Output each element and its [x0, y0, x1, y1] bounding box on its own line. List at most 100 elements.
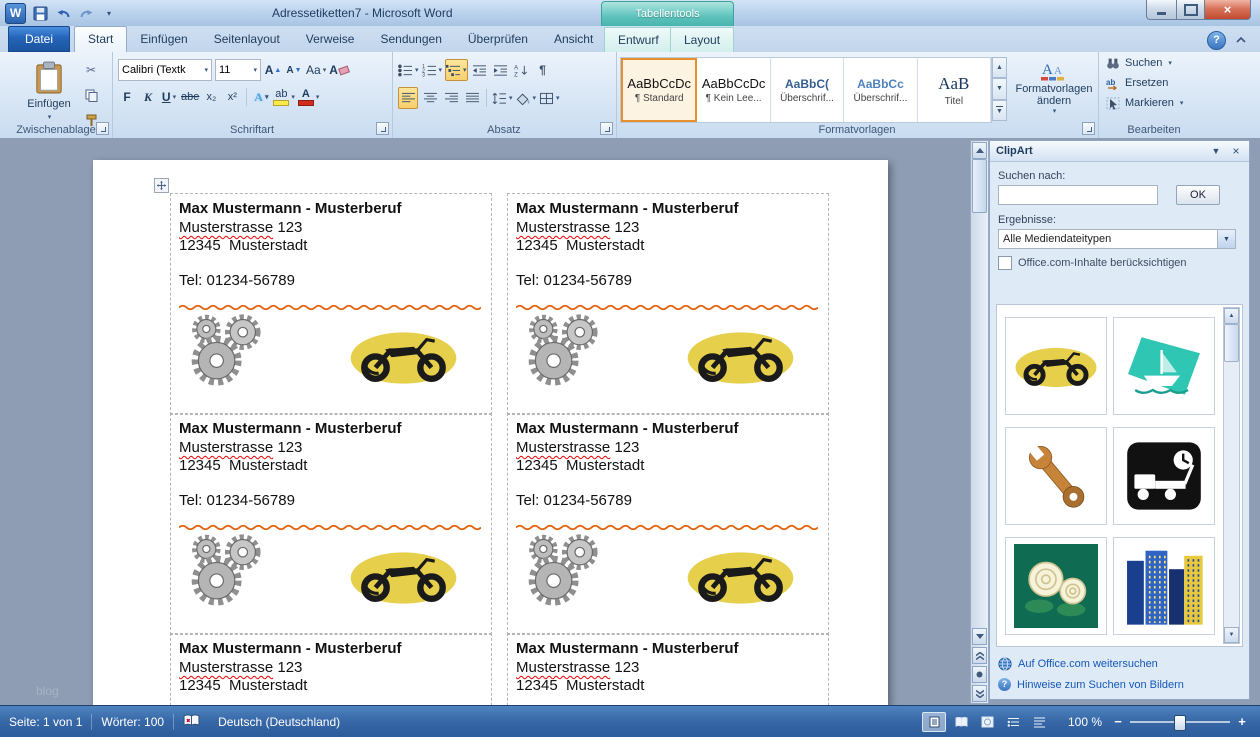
undo-icon[interactable] [54, 5, 72, 23]
motorcycle-clipart[interactable] [341, 322, 466, 393]
zoom-in-button[interactable]: + [1234, 714, 1250, 730]
word-count[interactable]: Wörter: 100 [92, 715, 173, 729]
bullets-button[interactable]: ▾ [398, 60, 419, 80]
select-browse-object-icon[interactable] [972, 666, 987, 683]
proofing-icon[interactable] [174, 714, 209, 730]
search-hints-link[interactable]: ? Hinweise zum Suchen von Bildern [998, 678, 1184, 691]
clipart-search-input[interactable] [998, 185, 1158, 205]
style-ueberschrift-1[interactable]: AaBbC( Überschrif... [771, 58, 844, 122]
ribbon-collapse-icon[interactable] [1233, 33, 1249, 47]
zoom-out-button[interactable]: − [1110, 714, 1126, 730]
tab-start[interactable]: Start [74, 26, 127, 53]
tab-datei[interactable]: Datei [8, 26, 70, 52]
styles-scroll-up-icon[interactable]: ▲ [992, 57, 1007, 78]
borders-button[interactable]: ▾ [539, 88, 560, 108]
label-cell[interactable]: Max Mustermann - Musterberuf Musterstras… [170, 633, 492, 706]
word-logo-icon[interactable]: W [5, 3, 26, 24]
view-web-layout-button[interactable] [976, 713, 998, 731]
font-color-button[interactable]: A▾ [298, 87, 320, 107]
tab-einfuegen[interactable]: Einfügen [127, 27, 200, 52]
scrollbar-thumb[interactable] [972, 159, 987, 213]
gears-clipart[interactable] [181, 528, 276, 611]
style-kein-leerraum[interactable]: AaBbCcDc ¶ Kein Lee... [697, 58, 770, 122]
line-spacing-button[interactable]: ▾ [492, 88, 513, 108]
numbering-button[interactable]: 123▾ [422, 60, 443, 80]
view-fullscreen-button[interactable] [950, 713, 972, 731]
media-type-dropdown[interactable]: Alle Mediendateitypen ▼ [998, 229, 1236, 249]
increase-indent-button[interactable] [492, 60, 510, 80]
view-print-layout-button[interactable] [922, 712, 946, 732]
view-outline-button[interactable] [1002, 713, 1024, 731]
view-draft-button[interactable] [1028, 713, 1050, 731]
clipart-thumb-roses[interactable] [1005, 537, 1107, 635]
sort-button[interactable]: AZ [513, 60, 531, 80]
tab-layout[interactable]: Layout [670, 27, 734, 52]
gears-clipart[interactable] [181, 308, 276, 391]
close-button[interactable]: × [1205, 0, 1251, 20]
officecom-checkbox[interactable] [998, 256, 1012, 270]
motorcycle-clipart[interactable] [678, 542, 803, 613]
show-paragraph-marks-button[interactable]: ¶ [534, 60, 552, 80]
gears-clipart[interactable] [518, 308, 613, 391]
scroll-down-icon[interactable] [972, 628, 987, 645]
align-left-button[interactable] [398, 87, 418, 109]
label-cell[interactable]: Max Mustermann - Musterberuf Musterstras… [170, 193, 492, 415]
save-icon[interactable] [31, 5, 49, 23]
italic-button[interactable]: K [139, 87, 157, 107]
styles-dialog-launcher-icon[interactable] [1082, 122, 1095, 135]
scroll-up-icon[interactable] [972, 142, 987, 159]
clear-formatting-button[interactable]: A [329, 60, 349, 80]
context-tab-group-tabellentools[interactable]: Tabellentools [601, 1, 734, 27]
motorcycle-clipart[interactable] [678, 322, 803, 393]
bold-button[interactable]: F [118, 87, 136, 107]
clipart-ok-button[interactable]: OK [1176, 185, 1220, 205]
tab-sendungen[interactable]: Sendungen [367, 27, 454, 52]
shrink-font-button[interactable]: A▼ [285, 60, 303, 80]
officecom-search-link[interactable]: Auf Office.com weitersuchen [998, 657, 1158, 671]
style-standard[interactable]: AaBbCcDc ¶ Standard [621, 58, 697, 122]
decrease-indent-button[interactable] [471, 60, 489, 80]
clipart-thumb-ship[interactable] [1113, 317, 1215, 415]
copy-button[interactable] [82, 85, 100, 105]
justify-button[interactable] [463, 88, 481, 108]
multilevel-list-button[interactable]: ▾ [445, 59, 468, 81]
previous-page-icon[interactable] [972, 647, 987, 664]
zoom-slider-thumb[interactable] [1174, 715, 1186, 731]
document-page[interactable]: Max Mustermann - Musterberuf Musterstras… [93, 160, 888, 706]
label-cell[interactable]: Max Mustermann - Musterberuf Musterstras… [507, 413, 829, 635]
cut-button[interactable]: ✂ [82, 60, 100, 80]
highlight-color-button[interactable]: ab▾ [273, 87, 295, 107]
gears-clipart[interactable] [518, 528, 613, 611]
results-scrollbar-thumb[interactable] [1224, 324, 1239, 362]
maximize-button[interactable] [1177, 0, 1205, 20]
minimize-button[interactable] [1146, 0, 1177, 20]
results-scroll-down-icon[interactable]: ▼ [1224, 627, 1239, 643]
underline-button[interactable]: U▾ [160, 87, 178, 107]
pane-close-icon[interactable]: × [1229, 144, 1243, 158]
motorcycle-clipart[interactable] [341, 542, 466, 613]
text-effects-button[interactable]: A▾ [252, 87, 270, 107]
results-scroll-up-icon[interactable]: ▲ [1224, 308, 1239, 324]
styles-scroll-down-icon[interactable]: ▼ [992, 78, 1007, 99]
font-name-combo[interactable]: Calibri (Textk▾ [118, 59, 212, 81]
styles-more-icon[interactable]: ▼ [992, 100, 1007, 121]
clipboard-dialog-launcher-icon[interactable] [96, 122, 109, 135]
clipart-thumb-wrench[interactable] [1005, 427, 1107, 525]
clipart-thumb-motorcycle[interactable] [1005, 317, 1107, 415]
style-ueberschrift-2[interactable]: AaBbCc Überschrif... [844, 58, 917, 122]
align-right-button[interactable] [442, 88, 460, 108]
change-styles-button[interactable]: AA Formatvorlagen ändern ▾ [1014, 57, 1094, 125]
strikethrough-button[interactable]: abe [181, 87, 199, 107]
label-cell[interactable]: Max Mustermann - Musterberuf Musterstras… [507, 633, 829, 706]
document-scrollbar[interactable] [970, 140, 989, 704]
select-button[interactable]: Markieren▾ [1106, 94, 1210, 112]
table-move-handle-icon[interactable] [154, 178, 169, 193]
align-center-button[interactable] [421, 88, 439, 108]
tab-ansicht[interactable]: Ansicht [541, 27, 606, 52]
subscript-button[interactable]: x₂ [202, 87, 220, 107]
pane-menu-icon[interactable]: ▼ [1209, 146, 1223, 156]
zoom-slider[interactable] [1130, 714, 1230, 730]
grow-font-button[interactable]: A▲ [264, 60, 282, 80]
font-size-combo[interactable]: 11▾ [215, 59, 261, 81]
page-indicator[interactable]: Seite: 1 von 1 [0, 715, 91, 729]
